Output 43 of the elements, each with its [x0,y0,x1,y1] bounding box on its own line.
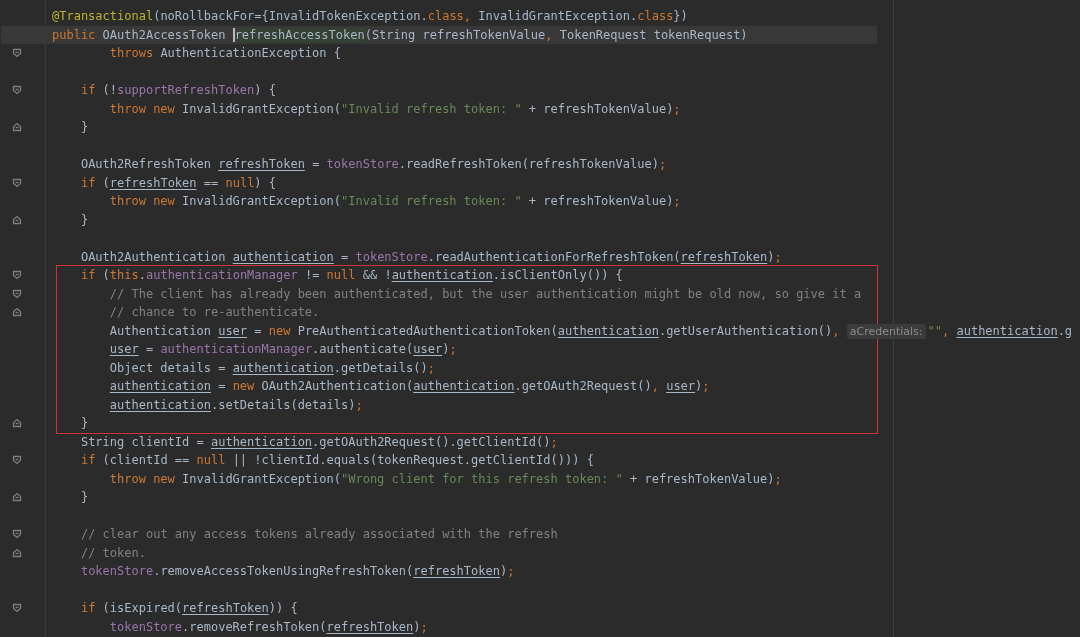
code-line: public OAuth2AccessToken refreshAccessToken(String refreshTokenValue, TokenRequest tokenRequest) [52,27,748,42]
code-line: OAuth2RefreshToken refreshToken = tokenStore.readRefreshToken(refreshTokenValue); [79,157,667,171]
code-line: throw new InvalidGrantException("Invalid refresh token: " + refreshTokenValue); [108,101,681,116]
code-line: throws AuthenticationException { [108,46,341,60]
fold-icon[interactable] [12,48,22,59]
fold-icon[interactable] [12,177,22,188]
code-line: if (!supportRefreshToken) { [79,83,276,97]
code-line: authentication.setDetails(details); [108,397,363,412]
fold-icon[interactable] [12,492,22,503]
fold-icon[interactable] [12,85,22,96]
code-line: throw new InvalidGrantException("Invalid refresh token: " + refreshTokenValue); [108,194,681,208]
code-line: OAuth2Authentication authentication = tokenStore.readAuthenticationForRefreshToken(refreshToken); [79,249,782,264]
code-line: user = authenticationManager.authenticate(user); [108,342,457,356]
code-line: tokenStore.removeAccessTokenUsingRefreshToken(refreshToken); [79,564,515,578]
fold-icon[interactable] [12,122,22,133]
code-line: } [79,120,89,134]
code-line: // The client has already been authenticated, but the user authentication might be old now, so give it a [108,286,862,301]
fold-icon[interactable] [12,307,22,318]
code-line: if (this.authenticationManager != null && !authentication.isClientOnly()) { [79,268,623,282]
fold-icon[interactable] [12,214,22,225]
code-line: String clientId = authentication.getOAuth2Request().getClientId(); [79,434,558,449]
code-line: if (refreshToken == null) { [79,175,277,190]
code-line: } [79,490,89,504]
code-line: } [79,416,89,430]
code-line: // chance to re-authenticate. [108,305,320,319]
code-line: Authentication user = new PreAuthenticatedAuthenticationToken(authentication.getUserAuthentication(), aCredentials: "", authentication.g [108,323,1073,338]
code-line: if (clientId == null || !clientId.equals(tokenRequest.getClientId())) { [79,453,594,467]
fold-icon[interactable] [12,418,22,429]
fold-icon[interactable] [12,547,22,558]
code-line: authentication = new OAuth2Authentication(authentication.getOAuth2Request(), user); [108,379,710,393]
code-line: // token. [79,545,146,560]
code-line: Object details = authentication.getDetails(); [108,360,435,375]
fold-icon[interactable] [12,455,22,466]
code-line: if (isExpired(refreshToken)) { [79,601,298,615]
fold-icon[interactable] [12,529,22,540]
fold-icon[interactable] [12,270,22,281]
code-line: throw new InvalidGrantException("Wrong client for this refresh token: " + refreshTokenValue); [108,471,782,486]
fold-icon[interactable] [12,603,22,614]
code-line: // clear out any access tokens already associated with the refresh [79,527,558,541]
code-line: @Transactional(noRollbackFor={InvalidTokenException.class, InvalidGrantException.class}) [52,9,688,23]
fold-icon[interactable] [12,288,22,299]
code-line: tokenStore.removeRefreshToken(refreshToken); [108,619,428,634]
code-line: } [79,212,89,227]
